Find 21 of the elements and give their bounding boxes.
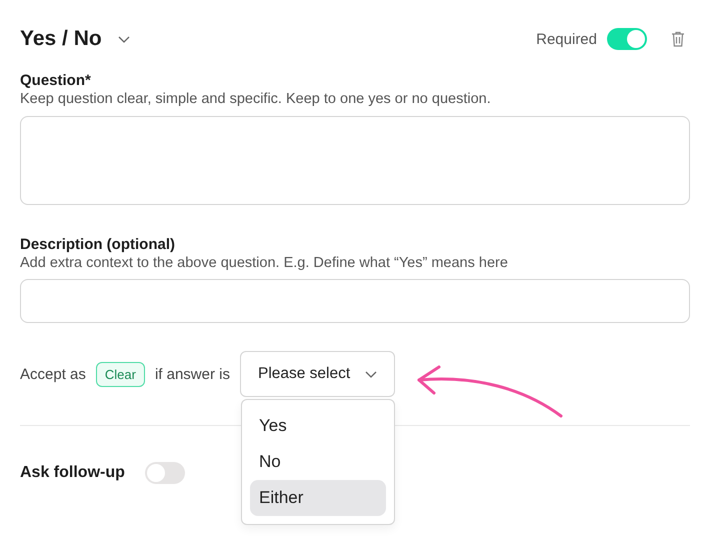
question-type-title: Yes / No bbox=[20, 27, 102, 51]
trash-icon[interactable] bbox=[671, 31, 685, 47]
status-tag: Clear bbox=[96, 362, 145, 386]
question-field[interactable] bbox=[20, 116, 690, 205]
required-label: Required bbox=[536, 30, 597, 48]
answer-select[interactable]: Please select bbox=[240, 351, 395, 397]
required-toggle[interactable] bbox=[607, 28, 647, 50]
accept-label: Accept as bbox=[20, 366, 86, 382]
chevron-down-icon bbox=[365, 370, 378, 378]
field-label: Description (optional) bbox=[20, 236, 176, 253]
field-label: Question* bbox=[20, 72, 92, 89]
field-hint: Keep question clear, simple and specific. Keep to one yes or no question. bbox=[20, 91, 492, 107]
field-hint: Add extra context to the above question. E.g. Define what “Yes” means here bbox=[20, 255, 509, 271]
follow-up-label: Ask follow-up bbox=[20, 464, 125, 482]
dropdown-option[interactable]: Yes bbox=[250, 408, 386, 444]
description-field[interactable] bbox=[20, 279, 690, 323]
dropdown-option[interactable]: Either bbox=[250, 480, 386, 516]
condition-label: if answer is bbox=[154, 366, 230, 382]
follow-up-toggle[interactable] bbox=[144, 462, 185, 484]
dropdown-option[interactable]: No bbox=[250, 444, 386, 480]
chevron-down-icon[interactable] bbox=[118, 36, 130, 42]
